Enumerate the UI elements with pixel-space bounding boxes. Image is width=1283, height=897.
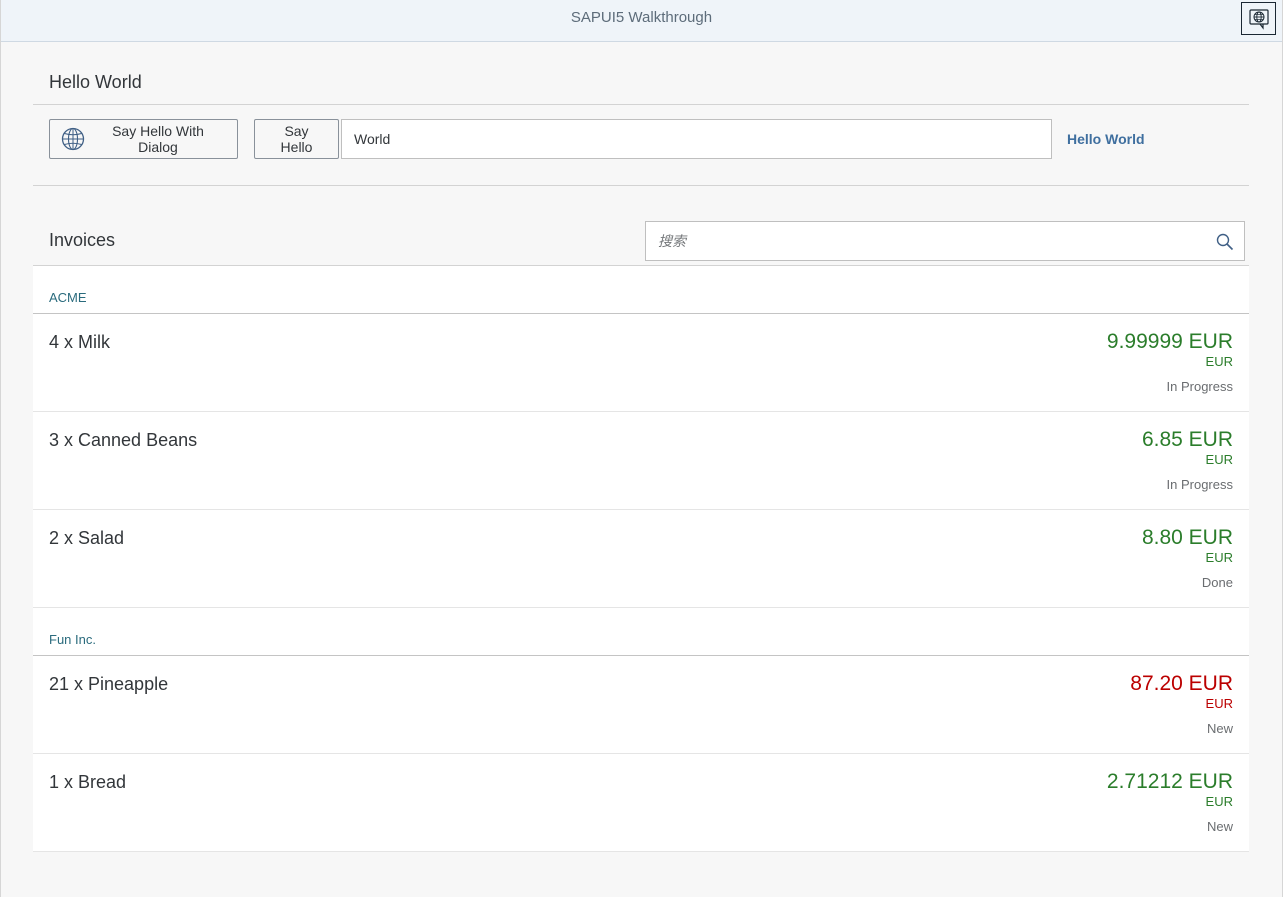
invoice-status: In Progress bbox=[1166, 477, 1233, 492]
invoice-status: New bbox=[1206, 819, 1233, 834]
globe-icon bbox=[61, 127, 85, 151]
say-hello-dialog-button[interactable]: Say Hello With Dialog bbox=[49, 119, 238, 159]
invoice-status: New bbox=[1206, 721, 1233, 736]
invoice-amount: 8.80 EUR bbox=[1141, 526, 1233, 549]
search-input[interactable] bbox=[646, 222, 1206, 260]
app-shell: SAPUI5 Walkthrough Hello World Say Hello… bbox=[0, 0, 1283, 897]
search-field bbox=[645, 221, 1245, 261]
hello-toolbar: Say Hello With Dialog Say Hello Hello Wo… bbox=[33, 105, 1249, 186]
invoice-title: 4 x Milk bbox=[49, 332, 111, 352]
invoice-item[interactable]: 3 x Canned Beans 6.85 EUR EUR In Progres… bbox=[33, 412, 1249, 510]
invoice-list: ACME 4 x Milk 9.99999 EUR EUR In Progres… bbox=[33, 266, 1249, 852]
invoice-item[interactable]: 21 x Pineapple 87.20 EUR EUR New bbox=[33, 656, 1249, 754]
invoice-title: 1 x Bread bbox=[49, 772, 127, 792]
invoice-amount: 2.71212 EUR bbox=[1106, 770, 1233, 793]
main-content: Hello World Say Hello With Dialog Say He… bbox=[33, 42, 1249, 852]
invoice-amount: 87.20 EUR bbox=[1130, 672, 1233, 695]
group-header-fun-inc: Fun Inc. bbox=[33, 608, 1249, 656]
invoice-currency: EUR bbox=[1205, 452, 1233, 467]
group-header-acme: ACME bbox=[33, 266, 1249, 314]
invoice-title: 21 x Pineapple bbox=[49, 674, 169, 694]
invoice-title: 2 x Salad bbox=[49, 528, 125, 548]
invoice-status: In Progress bbox=[1166, 379, 1233, 394]
invoices-header: Invoices bbox=[33, 221, 1249, 266]
say-hello-button[interactable]: Say Hello bbox=[254, 119, 339, 159]
say-hello-dialog-label: Say Hello With Dialog bbox=[112, 123, 204, 155]
invoice-currency: EUR bbox=[1205, 794, 1233, 809]
invoice-status: Done bbox=[1201, 575, 1233, 590]
invoice-title: 3 x Canned Beans bbox=[49, 430, 198, 450]
invoice-currency: EUR bbox=[1205, 354, 1233, 369]
name-input[interactable] bbox=[341, 119, 1052, 159]
greeting-text: Hello World bbox=[1067, 131, 1145, 147]
invoice-amount: 9.99999 EUR bbox=[1106, 330, 1233, 353]
invoice-currency: EUR bbox=[1205, 550, 1233, 565]
app-title: SAPUI5 Walkthrough bbox=[570, 9, 713, 26]
say-hello-label: Say Hello bbox=[280, 123, 313, 155]
invoices-title: Invoices bbox=[49, 230, 116, 250]
invoice-amount: 6.85 EUR bbox=[1141, 428, 1233, 451]
globe-speech-icon bbox=[1248, 8, 1269, 30]
hello-panel-title: Hello World bbox=[33, 42, 1249, 105]
invoice-item[interactable]: 1 x Bread 2.71212 EUR EUR New bbox=[33, 754, 1249, 852]
invoice-item[interactable]: 4 x Milk 9.99999 EUR EUR In Progress bbox=[33, 314, 1249, 412]
invoice-currency: EUR bbox=[1205, 696, 1233, 711]
search-icon[interactable] bbox=[1216, 233, 1234, 251]
shell-header: SAPUI5 Walkthrough bbox=[1, 0, 1282, 42]
globe-speech-button[interactable] bbox=[1241, 2, 1276, 35]
invoice-item[interactable]: 2 x Salad 8.80 EUR EUR Done bbox=[33, 510, 1249, 608]
